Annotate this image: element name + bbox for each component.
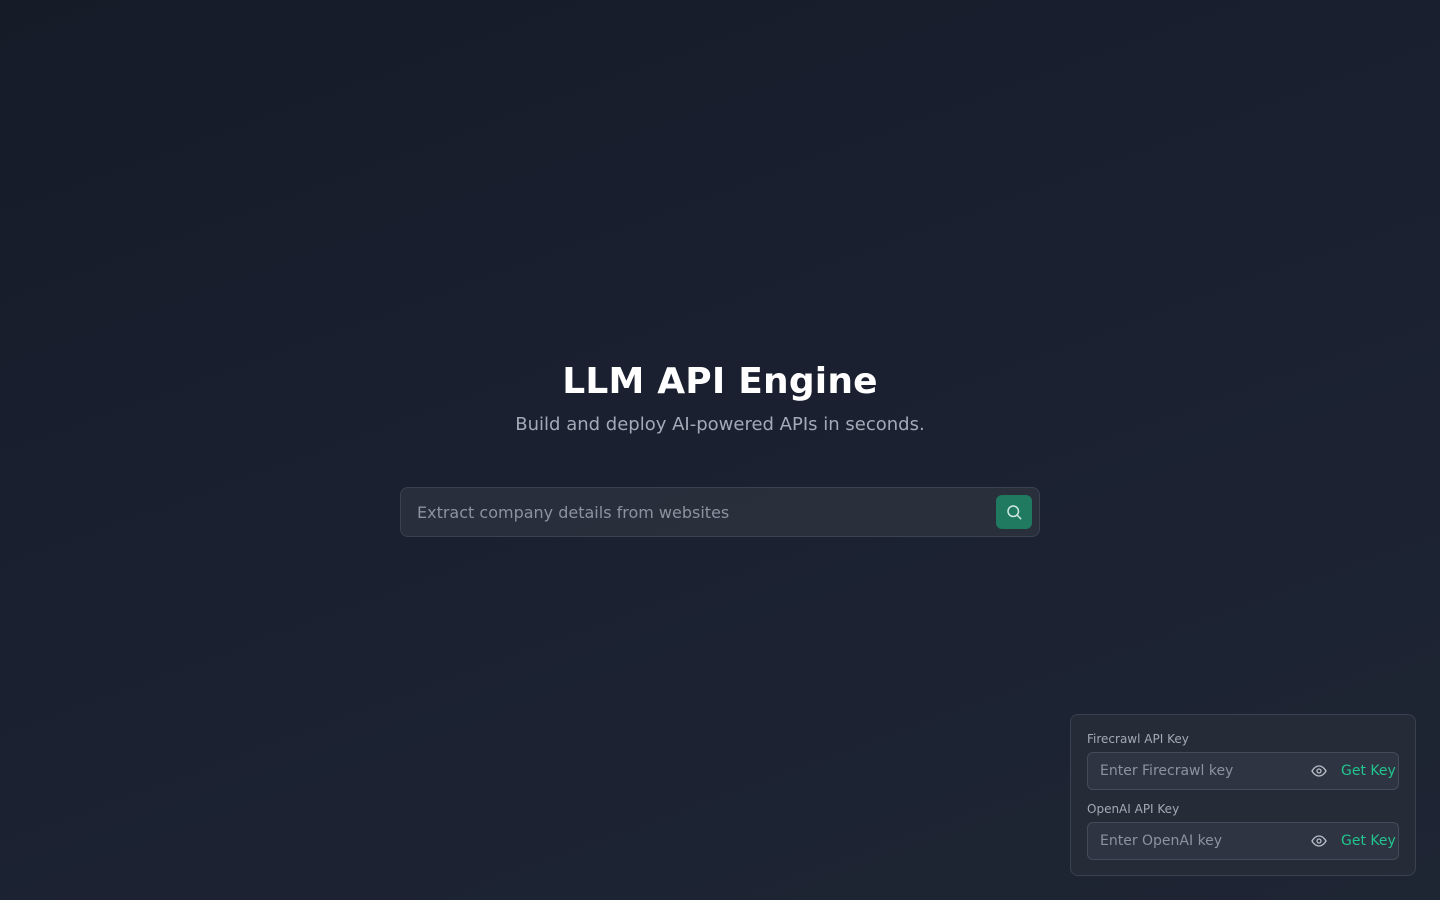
eye-icon: [1311, 833, 1327, 849]
search-button[interactable]: [996, 495, 1032, 529]
search-input[interactable]: [401, 488, 981, 536]
search-box: [400, 487, 1040, 537]
firecrawl-get-key-link[interactable]: Get Key: [1341, 753, 1396, 789]
eye-icon: [1311, 763, 1327, 779]
page-subtitle: Build and deploy AI-powered APIs in seco…: [515, 414, 925, 435]
api-keys-panel: Firecrawl API Key Get Key OpenAI API Key…: [1070, 714, 1416, 876]
hero-section: LLM API Engine Build and deploy AI-power…: [0, 358, 1440, 438]
search-icon: [1005, 503, 1023, 521]
openai-key-label: OpenAI API Key: [1087, 802, 1180, 816]
firecrawl-show-key-toggle[interactable]: [1310, 762, 1328, 780]
firecrawl-key-field: Get Key: [1087, 752, 1399, 790]
openai-show-key-toggle[interactable]: [1310, 832, 1328, 850]
openai-key-field: Get Key: [1087, 822, 1399, 860]
page-title: LLM API Engine: [562, 361, 878, 402]
openai-get-key-link[interactable]: Get Key: [1341, 823, 1396, 859]
openai-key-input[interactable]: [1088, 823, 1303, 859]
firecrawl-key-input[interactable]: [1088, 753, 1303, 789]
firecrawl-key-label: Firecrawl API Key: [1087, 732, 1189, 746]
